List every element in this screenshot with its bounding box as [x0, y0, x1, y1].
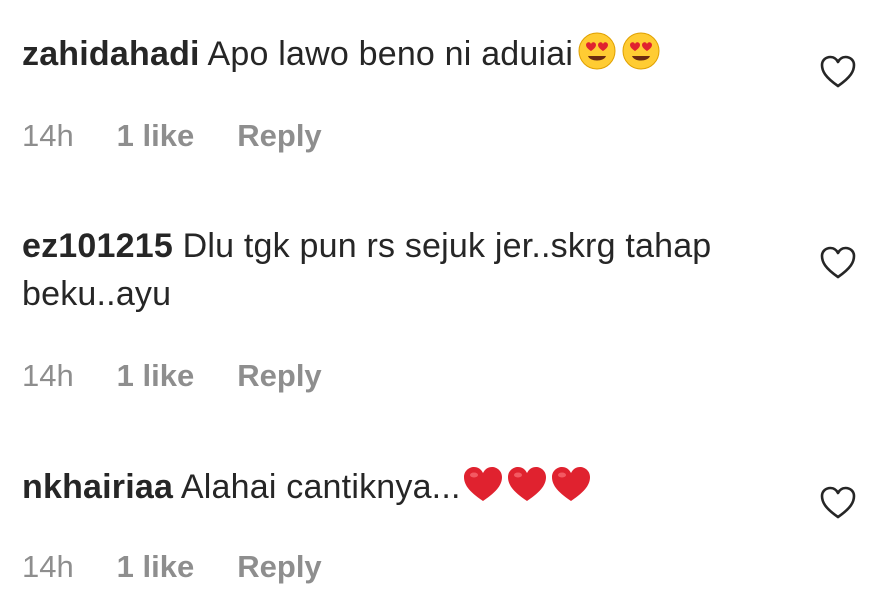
- red-heart-icon: [549, 464, 593, 504]
- comment-likes-link[interactable]: 1 like: [117, 547, 229, 587]
- comment-likes-link[interactable]: 1 like: [117, 356, 229, 396]
- comment-time: 14h: [22, 549, 74, 584]
- comment-username[interactable]: ez101215: [22, 227, 173, 265]
- comment-item: nkhairiaa Alahai cantiknya... 14h 1 like…: [22, 463, 802, 584]
- comment-username[interactable]: zahidahadi: [22, 35, 200, 73]
- comment-time: 14h: [22, 358, 74, 393]
- comment-text: Apo lawo beno ni aduiai: [207, 35, 574, 73]
- like-heart-icon[interactable]: [820, 55, 860, 91]
- comment-body: ez101215 Dlu tgk pun rs sejuk jer..skrg …: [22, 222, 722, 318]
- heart-eyes-face-icon: [577, 31, 617, 71]
- comment-item: zahidahadi Apo lawo beno ni aduiai 14h 1…: [22, 30, 802, 153]
- reply-button[interactable]: Reply: [237, 356, 321, 396]
- red-heart-icon: [461, 464, 505, 504]
- reply-button[interactable]: Reply: [237, 116, 321, 156]
- comment-time: 14h: [22, 118, 74, 153]
- comment-meta: 14h 1 like Reply: [22, 356, 322, 396]
- reply-button[interactable]: Reply: [237, 547, 321, 587]
- like-heart-icon[interactable]: [820, 246, 860, 282]
- comment-body: nkhairiaa Alahai cantiknya...: [22, 463, 802, 511]
- comment-meta: 14h 1 like Reply: [22, 116, 322, 156]
- comment-username[interactable]: nkhairiaa: [22, 468, 173, 506]
- heart-eyes-face-icon: [621, 31, 661, 71]
- comment-body: zahidahadi Apo lawo beno ni aduiai: [22, 30, 802, 78]
- comment-item: ez101215 Dlu tgk pun rs sejuk jer..skrg …: [22, 222, 802, 393]
- comment-likes-link[interactable]: 1 like: [117, 116, 229, 156]
- comment-meta: 14h 1 like Reply: [22, 547, 322, 587]
- red-heart-icon: [505, 464, 549, 504]
- comment-text: Alahai cantiknya...: [180, 468, 461, 506]
- like-heart-icon[interactable]: [820, 486, 860, 522]
